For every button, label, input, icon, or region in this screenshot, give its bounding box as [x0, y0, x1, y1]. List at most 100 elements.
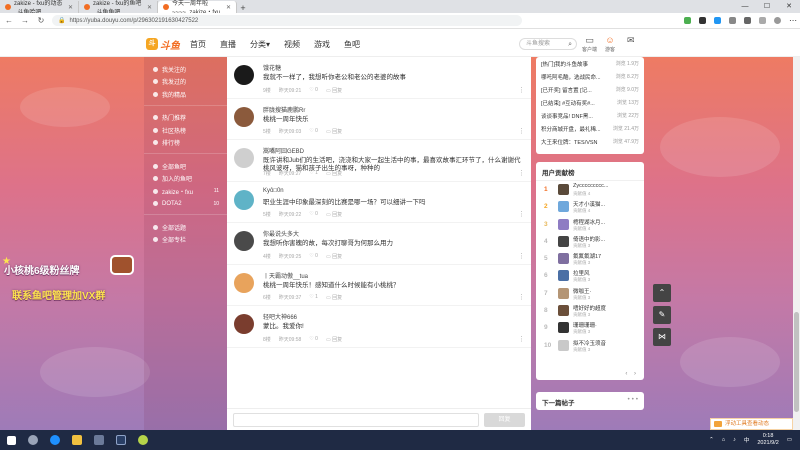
comment-username[interactable]: 丨天霸动傲__tua	[263, 271, 308, 280]
sidebar-item-hot[interactable]: 热门推荐	[144, 112, 227, 125]
extension-icon[interactable]	[729, 17, 736, 24]
ranking-row[interactable]: 4 倚语中的影... 贡献值 3	[536, 233, 644, 250]
avatar[interactable]	[234, 65, 254, 85]
taskbar-app[interactable]	[110, 430, 132, 450]
write-post-button[interactable]: ✎	[653, 306, 671, 324]
ranking-row[interactable]: 2 天才小溪猫... 贡献值 4	[536, 198, 644, 215]
nav-live[interactable]: 直播	[220, 39, 236, 50]
sidebar-item-following[interactable]: 我关注的	[144, 63, 227, 76]
like-button[interactable]: ♡ 0	[309, 211, 318, 218]
like-button[interactable]: ♡ 0	[309, 87, 318, 94]
sidebar-item-dota2[interactable]: DOTA2 10	[144, 198, 227, 211]
topic-item[interactable]: 哪吒阿毛酷，选战民命... 浏览 8.2万	[536, 70, 644, 83]
browser-tab-1[interactable]: zakize - fxu的动态_斗鱼哈吧 ✕	[0, 1, 79, 16]
reload-icon[interactable]: ↻	[36, 16, 46, 25]
topic-item[interactable]: [热门]我的斗鱼故事 浏览 1.9万	[536, 57, 644, 70]
avatar[interactable]	[558, 218, 569, 230]
more-options-icon[interactable]: ⋮	[518, 293, 525, 301]
nav-video[interactable]: 视频	[284, 39, 300, 50]
reply-button[interactable]: ▭ 回复	[326, 87, 342, 94]
reply-button[interactable]: ▭ 回复	[326, 128, 342, 135]
like-button[interactable]: ♡ 0	[309, 336, 318, 343]
close-window-icon[interactable]: ✕	[778, 0, 800, 13]
reply-input[interactable]	[233, 413, 479, 427]
nav-game[interactable]: 游戏	[314, 39, 330, 50]
sidebar-item-featured[interactable]: 我的精品	[144, 88, 227, 101]
page-scrollbar[interactable]	[793, 57, 800, 430]
avatar[interactable]	[234, 148, 254, 168]
sidebar-item-zakize[interactable]: zakize・fxu 11	[144, 185, 227, 198]
network-icon[interactable]: ⌂	[722, 437, 725, 443]
sidebar-item-all-yuba[interactable]: 全部鱼吧	[144, 160, 227, 173]
browser-tab-2[interactable]: zakize - fxu的鱼吧_斗鱼鱼吧 ✕	[79, 1, 158, 16]
more-options-icon[interactable]: ⋮	[518, 252, 525, 260]
like-button[interactable]: ♡ 0	[309, 128, 318, 135]
reply-button[interactable]: ▭ 回复	[326, 336, 342, 343]
profile-icon[interactable]	[774, 17, 781, 24]
collections-icon[interactable]	[759, 17, 766, 24]
sidebar-item-posted[interactable]: 我发过的	[144, 76, 227, 89]
taskbar-app[interactable]	[88, 430, 110, 450]
ranking-row[interactable]: 6 拉里风 贡献值 3	[536, 267, 644, 284]
avatar[interactable]	[558, 270, 569, 282]
sidebar-item-joined[interactable]: 加入的鱼吧	[144, 173, 227, 186]
avatar[interactable]	[558, 235, 569, 247]
more-options-icon[interactable]: ⋮	[518, 210, 525, 218]
topic-item[interactable]: 大王来位牌：TES/VSN 浏览 47.9万	[536, 135, 644, 148]
taskbar-app[interactable]	[132, 430, 154, 450]
nav-yuba[interactable]: 鱼吧	[344, 39, 360, 50]
close-tab-icon[interactable]: ✕	[147, 4, 152, 11]
comment-username[interactable]: 胖胧搜猫鹿鹏Rr	[263, 105, 305, 114]
more-menu-icon[interactable]: ⋯	[789, 17, 797, 25]
client-button[interactable]: ▭ 客户端	[582, 35, 597, 53]
sidebar-item-ranking[interactable]: 排行榜	[144, 137, 227, 150]
like-button[interactable]: ♡ 1	[309, 294, 318, 301]
next-page-icon[interactable]: ›	[634, 371, 636, 377]
nav-category[interactable]: 分类▾	[250, 39, 270, 50]
ranking-row[interactable]: 1 Zyccccccccc... 贡献值 4	[536, 181, 644, 198]
forward-icon[interactable]: →	[20, 16, 30, 25]
nav-home[interactable]: 首页	[190, 39, 206, 50]
volume-icon[interactable]: ♪	[733, 437, 736, 443]
avatar[interactable]	[234, 314, 254, 334]
topic-item[interactable]: 积分商城开盘，最礼稀... 浏览 21.4万	[536, 122, 644, 135]
search-icon[interactable]: ⌕	[568, 40, 572, 50]
avatar[interactable]	[558, 201, 569, 213]
avatar[interactable]	[558, 184, 569, 195]
comment-username[interactable]: 嵩嘴阿囧GEBD	[263, 146, 304, 155]
search-input[interactable]: 斗鱼搜索 ⌕	[519, 38, 577, 50]
browser-tab-3[interactable]: 今天一周年啦~~~~_zakize・fxu ✕	[158, 1, 237, 16]
avatar[interactable]	[558, 287, 569, 299]
avatar[interactable]	[234, 189, 254, 210]
douyu-logo[interactable]: 斗 斗鱼	[146, 37, 180, 52]
ranking-row[interactable]: 7 微咖王· 贡献值 3	[536, 285, 644, 302]
gift-button[interactable]: ✉	[627, 35, 635, 46]
comment-username[interactable]: Kyô□0n	[263, 188, 284, 194]
avatar[interactable]	[558, 305, 569, 317]
close-tab-icon[interactable]: ✕	[68, 4, 73, 11]
sidebar-item-all-columns[interactable]: 全部专栏	[144, 234, 227, 247]
reply-button[interactable]: ▭ 回复	[326, 170, 342, 177]
taskbar-app[interactable]	[44, 430, 66, 450]
reply-button[interactable]: ▭ 回复	[326, 294, 342, 301]
topic-item[interactable]: [已结束] #互动有奖#... 浏览 13万	[536, 96, 644, 109]
next-post-panel[interactable]: 下一篇帖子 • • •	[536, 392, 644, 410]
comment-username[interactable]: 你最说头多大	[263, 229, 299, 238]
comment-username[interactable]: 轻吧大神666	[263, 312, 297, 321]
ime-indicator[interactable]: 中	[744, 436, 750, 444]
taskbar-app[interactable]	[66, 430, 88, 450]
sidebar-item-hotlist[interactable]: 社区热榜	[144, 124, 227, 137]
more-options-icon[interactable]: ⋮	[518, 127, 525, 135]
notification-icon[interactable]: ▭	[787, 437, 792, 443]
ranking-row[interactable]: 3 樗程湖冰月... 贡献值 4	[536, 216, 644, 233]
like-button[interactable]: ♡ 1	[309, 170, 318, 177]
avatar[interactable]	[558, 253, 569, 265]
taskbar-app[interactable]	[22, 430, 44, 450]
minimize-icon[interactable]: —	[734, 0, 756, 13]
notification-toast[interactable]: 浮动工具查看动态	[710, 418, 793, 430]
avatar[interactable]	[558, 339, 569, 351]
reply-button[interactable]: ▭ 回复	[326, 253, 342, 260]
avatar[interactable]	[234, 106, 254, 127]
reply-submit-button[interactable]: 回复	[484, 413, 525, 427]
extension-icon[interactable]	[714, 17, 721, 24]
